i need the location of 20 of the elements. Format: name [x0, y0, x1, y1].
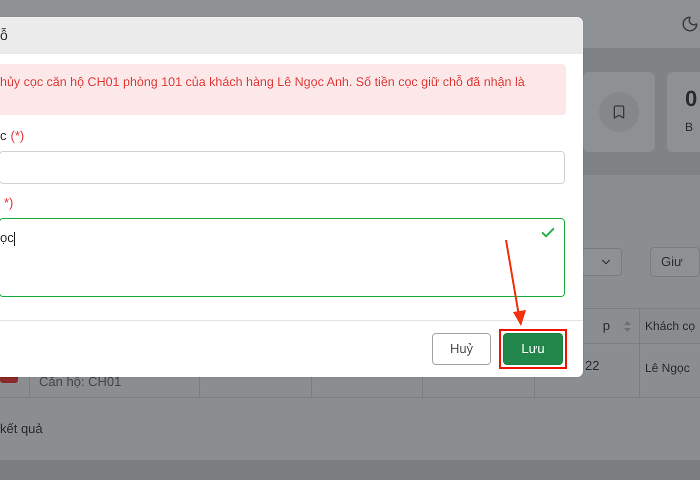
stat-value: 0: [685, 88, 698, 110]
required-mark: (*): [10, 127, 24, 146]
alert-message: hủy cọc căn hộ CH01 phòng 101 của khách hàng Lê Ngọc Anh. Số tiền cọc giữ chỗ đã nhận là: [0, 64, 566, 115]
results-text: kết quả: [0, 420, 43, 438]
table-cell-text: 22: [585, 357, 600, 375]
table-cell-text: Căn hộ: CH01: [39, 372, 122, 390]
stat-label: B: [685, 119, 694, 136]
field-label: c: [0, 127, 6, 146]
save-button[interactable]: Lưu: [503, 333, 563, 365]
required-mark: *): [4, 194, 14, 212]
bookmark-icon: [599, 92, 639, 132]
status-tag: [0, 377, 18, 383]
sort-icon: [624, 320, 631, 332]
input-field[interactable]: [0, 151, 565, 184]
filter-button[interactable]: Giư: [650, 247, 700, 277]
text-area[interactable]: ọc: [0, 218, 565, 297]
moon-icon[interactable]: [681, 15, 699, 33]
dialog-title: ỗ: [0, 26, 8, 45]
cancel-button[interactable]: Huỷ: [432, 333, 491, 365]
table-cell: Lê Ngọc: [645, 361, 690, 375]
